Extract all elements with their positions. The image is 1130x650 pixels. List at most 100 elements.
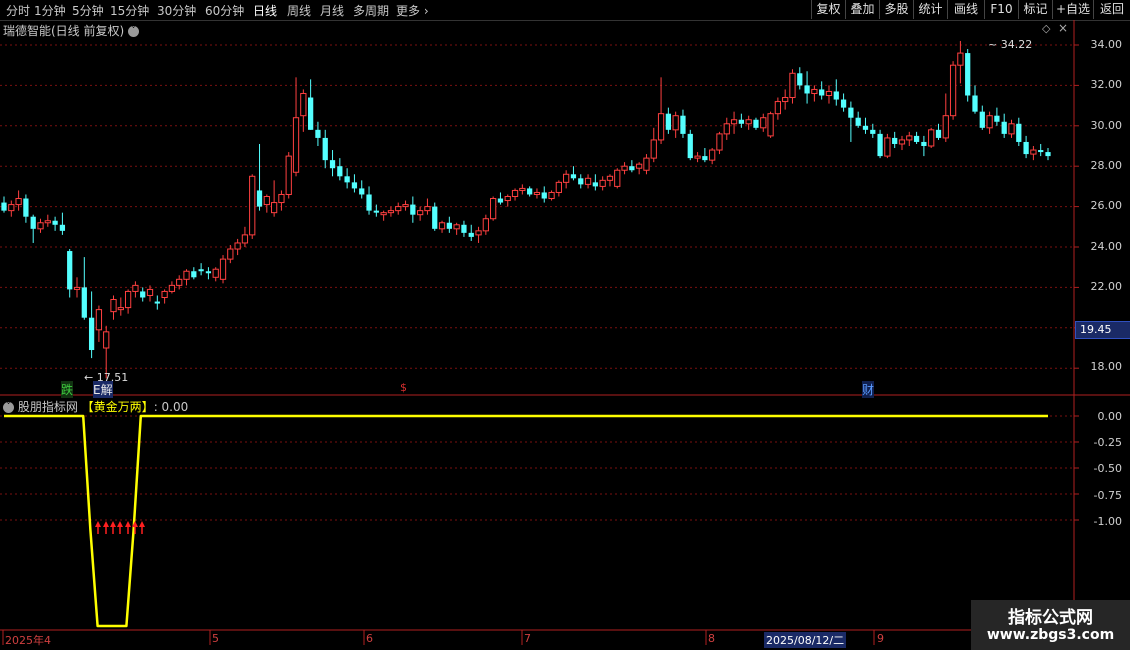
- kline-chart[interactable]: [0, 0, 1130, 650]
- candle-body: [672, 115, 679, 131]
- candle: [848, 101, 854, 142]
- buy-arrow-icon: [139, 521, 145, 534]
- candle-body: [140, 291, 146, 298]
- candle-body: [578, 178, 584, 185]
- candle-body: [804, 85, 810, 94]
- candle-body: [161, 290, 168, 299]
- candle-body: [176, 278, 183, 286]
- candle-body: [103, 331, 110, 349]
- candle: [1016, 117, 1022, 146]
- candle-body: [52, 220, 58, 225]
- candle-body: [774, 101, 782, 115]
- indicator-title-bar: ˅ 股朋指标网 【黄金万两】: 0.00: [3, 398, 188, 415]
- candle-body: [124, 290, 132, 309]
- arrow-head: [110, 521, 116, 527]
- candle: [110, 295, 117, 320]
- candle-body: [67, 251, 73, 290]
- candle-body: [760, 117, 767, 129]
- indicator-axis-label: -1.00: [1093, 515, 1122, 528]
- candle-body: [490, 198, 497, 220]
- indicator-value: : 0.00: [153, 400, 189, 414]
- buy-arrow-icon: [110, 521, 116, 534]
- candle-body: [359, 188, 365, 195]
- candle-body: [519, 187, 526, 191]
- candle-body: [30, 216, 36, 229]
- event-marker-unlock[interactable]: E解: [93, 381, 113, 398]
- candle-body: [81, 287, 87, 318]
- candle: [979, 105, 985, 130]
- candle: [898, 135, 906, 151]
- event-marker-dividend[interactable]: $: [400, 381, 407, 394]
- candle-body: [825, 90, 833, 96]
- candle: [541, 186, 547, 203]
- candle: [198, 263, 204, 276]
- indicator-axis-label: -0.50: [1093, 462, 1122, 475]
- candle-body: [957, 52, 964, 66]
- candle-body: [614, 169, 621, 187]
- candle-body: [475, 230, 482, 236]
- candle-body: [44, 220, 51, 224]
- candle: [738, 113, 744, 128]
- candle-body: [548, 191, 555, 200]
- price-axis-label: 28.00: [1090, 159, 1123, 172]
- candle-body: [337, 166, 343, 177]
- chevron-down-icon[interactable]: ˅: [3, 402, 14, 413]
- candle-body: [949, 64, 957, 117]
- candle-body: [789, 72, 796, 99]
- candle: [578, 174, 584, 189]
- candle: [52, 216, 58, 231]
- candle-body: [643, 157, 650, 171]
- candle-body: [972, 95, 978, 112]
- candle-body: [263, 196, 270, 206]
- candle: [650, 127, 657, 163]
- candle-body: [855, 117, 861, 126]
- candle: [263, 194, 270, 213]
- candle-body: [8, 204, 15, 212]
- candle: [292, 77, 300, 177]
- candle: [965, 49, 971, 102]
- candle-body: [606, 175, 614, 181]
- candle: [877, 129, 883, 159]
- candle: [322, 129, 328, 169]
- candle: [329, 150, 336, 177]
- candle: [205, 267, 212, 280]
- candle: [95, 305, 103, 342]
- candle: [745, 115, 752, 130]
- event-marker-drop[interactable]: 跌: [61, 381, 74, 398]
- candle: [570, 166, 577, 181]
- candle: [219, 255, 227, 284]
- candle-body: [1, 202, 7, 211]
- candle: [614, 168, 621, 189]
- candle: [1008, 119, 1015, 138]
- candle: [482, 214, 489, 235]
- candle-body: [183, 270, 190, 280]
- candle: [278, 190, 285, 211]
- candle: [212, 267, 219, 282]
- candle: [387, 206, 395, 217]
- candle: [461, 220, 467, 237]
- candle: [994, 107, 1000, 126]
- indicator-name[interactable]: 【黄金万两】: [82, 400, 154, 414]
- candle: [1038, 143, 1044, 157]
- candle: [730, 111, 738, 134]
- candle: [234, 238, 241, 256]
- candle: [140, 287, 146, 302]
- candle-body: [745, 119, 752, 125]
- candle: [1045, 148, 1051, 161]
- candle: [1023, 135, 1029, 159]
- candle-body: [453, 224, 460, 230]
- candle: [584, 174, 592, 189]
- indicator-axis-label: -0.25: [1093, 436, 1122, 449]
- candle-body: [205, 271, 212, 274]
- candle-body: [446, 222, 452, 229]
- event-marker-finance[interactable]: 财: [862, 381, 875, 398]
- candle-body: [584, 177, 592, 185]
- candle: [402, 200, 409, 211]
- candle-body: [767, 113, 774, 137]
- current-price-tag: 19.45: [1075, 321, 1130, 339]
- candle-body: [95, 309, 103, 331]
- candle: [884, 133, 891, 159]
- candle: [59, 212, 66, 235]
- candle-body: [730, 119, 738, 125]
- time-axis-label: 2025年4: [5, 634, 51, 647]
